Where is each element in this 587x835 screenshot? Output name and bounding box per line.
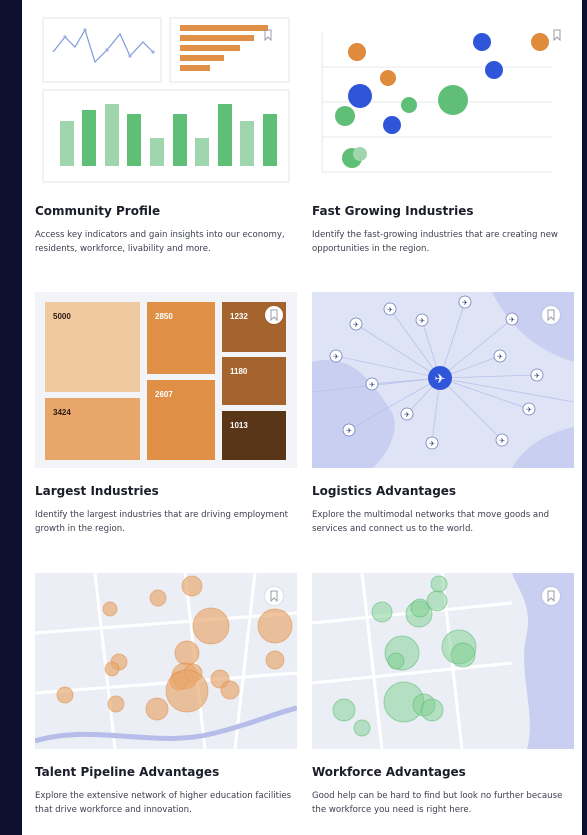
- svg-text:✈: ✈: [353, 321, 359, 329]
- card-title: Workforce Advantages: [312, 765, 466, 779]
- bookmark-icon[interactable]: [259, 26, 277, 44]
- svg-text:✈: ✈: [404, 411, 410, 419]
- card-description: Identify the largest industries that are…: [35, 510, 288, 534]
- bookmark-icon[interactable]: [542, 587, 560, 605]
- svg-text:✈: ✈: [509, 316, 515, 324]
- svg-text:✈: ✈: [462, 299, 468, 307]
- bookmark-icon[interactable]: [265, 306, 283, 324]
- community-profile-thumbnail: [35, 12, 297, 188]
- fast-growing-thumbnail: [312, 12, 574, 188]
- treemap-cell: 5000: [45, 302, 140, 392]
- largest-industries-thumbnail: 5000 2850 1232 1180 2607 3424 1013: [35, 292, 297, 468]
- svg-text:✈: ✈: [499, 437, 505, 445]
- card-grid: Community Profile Access key indicators …: [22, 0, 582, 835]
- svg-text:✈: ✈: [435, 372, 446, 387]
- logistics-thumbnail: ✈ ✈ ✈ ✈ ✈ ✈ ✈ ✈ ✈ ✈ ✈ ✈ ✈ ✈ ✈: [312, 292, 574, 468]
- card-description: Good help can be hard to find but look n…: [312, 791, 563, 815]
- card-largest-industries[interactable]: 5000 2850 1232 1180 2607 3424 1013 Large…: [35, 292, 297, 554]
- card-workforce-advantages[interactable]: Workforce Advantages Good help can be ha…: [312, 573, 574, 835]
- svg-text:✈: ✈: [333, 353, 339, 361]
- card-description: Explore the multimodal networks that mov…: [312, 510, 550, 534]
- education-map: [35, 573, 297, 749]
- treemap-cell: 2607: [147, 380, 215, 460]
- bookmark-icon[interactable]: [265, 587, 283, 605]
- card-title: Largest Industries: [35, 484, 159, 498]
- svg-text:✈: ✈: [497, 353, 503, 361]
- card-description: Explore the extensive network of higher …: [35, 791, 292, 815]
- card-description: Identify the fast-growing industries tha…: [312, 230, 558, 254]
- treemap-cell: 3424: [45, 398, 140, 460]
- bubble-chart-illustration: [321, 32, 552, 173]
- bookmark-icon[interactable]: [548, 26, 566, 44]
- card-logistics-advantages[interactable]: ✈ ✈ ✈ ✈ ✈ ✈ ✈ ✈ ✈ ✈ ✈ ✈ ✈ ✈ ✈ Logistics Advantages…: [312, 292, 574, 554]
- card-community-profile[interactable]: Community Profile Access key indicators …: [35, 12, 297, 274]
- workforce-map: [312, 573, 574, 749]
- card-title: Logistics Advantages: [312, 484, 457, 498]
- svg-text:✈: ✈: [429, 440, 435, 448]
- card-fast-growing-industries[interactable]: Fast Growing Industries Identify the fas…: [312, 12, 574, 274]
- flight-network-map: ✈ ✈ ✈ ✈ ✈ ✈ ✈ ✈ ✈ ✈ ✈ ✈ ✈ ✈ ✈: [312, 292, 574, 468]
- treemap-cell: 1180: [222, 357, 286, 405]
- workforce-thumbnail: [312, 573, 574, 749]
- svg-text:✈: ✈: [534, 372, 540, 380]
- card-description: Access key indicators and gain insights …: [35, 230, 285, 254]
- community-profile-illustration: [42, 17, 290, 183]
- treemap-cell: 2850: [147, 302, 215, 374]
- card-talent-pipeline-advantages[interactable]: Talent Pipeline Advantages Explore the e…: [35, 573, 297, 835]
- svg-text:✈: ✈: [419, 317, 425, 325]
- card-title: Talent Pipeline Advantages: [35, 765, 220, 779]
- card-title: Community Profile: [35, 204, 161, 218]
- svg-text:✈: ✈: [526, 406, 532, 414]
- svg-text:✈: ✈: [387, 306, 393, 314]
- bookmark-icon[interactable]: [542, 306, 560, 324]
- svg-text:✈: ✈: [369, 381, 375, 389]
- treemap-cell: 1013: [222, 411, 286, 460]
- svg-text:✈: ✈: [346, 427, 352, 435]
- card-title: Fast Growing Industries: [312, 204, 474, 218]
- talent-pipeline-thumbnail: [35, 573, 297, 749]
